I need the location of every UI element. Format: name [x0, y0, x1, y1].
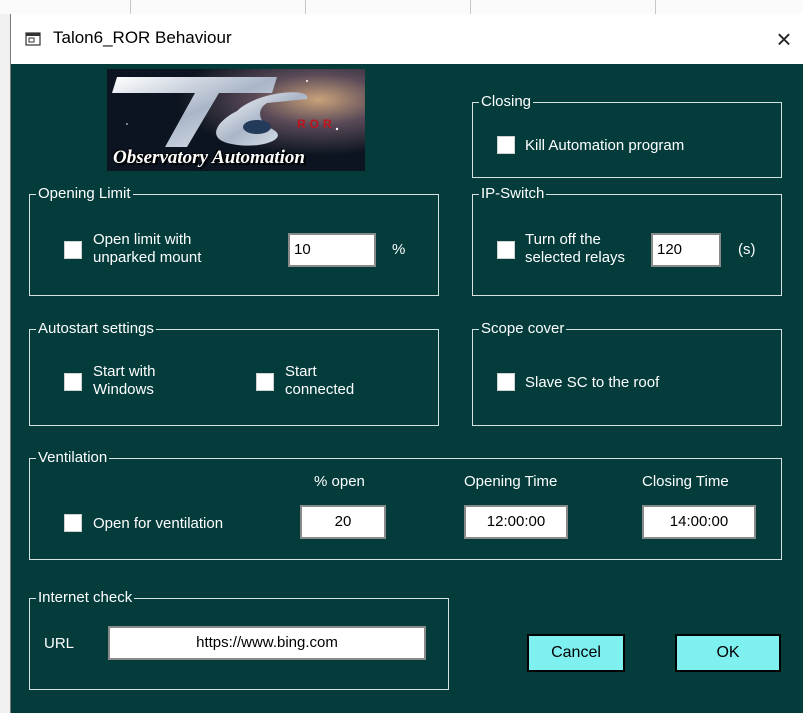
closing-legend: Closing — [479, 92, 534, 112]
window-title: Talon6_ROR Behaviour — [53, 28, 232, 47]
open-limit-percent-input[interactable]: 10 — [288, 233, 376, 267]
relay-seconds-input[interactable]: 120 — [651, 233, 721, 267]
dialog-body: ROR Observatory Automation Closing Kill … — [11, 64, 803, 713]
ventilation-percent-input[interactable]: 20 — [300, 505, 386, 539]
opening-limit-group: Opening Limit Open limit with unparked m… — [29, 184, 439, 296]
talon6-logo: ROR Observatory Automation — [107, 69, 365, 171]
turn-off-relays-label-line2: selected relays — [525, 249, 626, 266]
background-divider — [655, 0, 656, 14]
background-divider — [470, 0, 471, 14]
background-divider — [305, 0, 306, 14]
opening-time-header: Opening Time — [464, 473, 558, 490]
close-icon[interactable]: × — [766, 20, 802, 58]
percent-open-header: % open — [314, 473, 365, 490]
turn-off-relays-label-line1: Turn off the — [525, 231, 601, 248]
closing-group: Closing Kill Automation program — [472, 92, 782, 178]
kill-automation-checkbox[interactable] — [497, 136, 515, 154]
autostart-legend: Autostart settings — [36, 319, 156, 339]
autostart-group: Autostart settings Start with Windows St… — [29, 319, 439, 426]
logo-badge: ROR — [297, 117, 336, 131]
start-with-windows-label-line1: Start with — [93, 363, 156, 380]
ok-button[interactable]: OK — [675, 634, 781, 672]
title-bar[interactable]: Talon6_ROR Behaviour × — [11, 14, 803, 64]
background-window-strip — [0, 0, 803, 14]
opening-time-input[interactable]: 12:00:00 — [464, 505, 568, 539]
app-icon — [25, 32, 41, 46]
cancel-button[interactable]: Cancel — [527, 634, 625, 672]
start-connected-checkbox[interactable] — [256, 373, 274, 391]
scope-cover-legend: Scope cover — [479, 319, 567, 339]
relay-seconds-unit: (s) — [738, 241, 756, 258]
url-label: URL — [44, 635, 75, 652]
internet-check-group: Internet check URL https://www.bing.com — [29, 588, 449, 690]
start-with-windows-label-line2: Windows — [93, 381, 154, 398]
closing-time-header: Closing Time — [642, 473, 729, 490]
kill-automation-label: Kill Automation program — [525, 137, 685, 154]
opening-limit-legend: Opening Limit — [36, 184, 133, 204]
ip-switch-legend: IP-Switch — [479, 184, 547, 204]
background-divider — [130, 0, 131, 14]
ip-switch-group: IP-Switch Turn off the selected relays 1… — [472, 184, 782, 296]
ventilation-group: Ventilation % open Opening Time Closing … — [29, 448, 782, 560]
start-connected-label-line2: connected — [285, 381, 355, 398]
open-limit-checkbox[interactable] — [64, 241, 82, 259]
scope-cover-group: Scope cover Slave SC to the roof — [472, 319, 782, 426]
open-for-ventilation-label: Open for ventilation — [93, 515, 224, 532]
start-with-windows-checkbox[interactable] — [64, 373, 82, 391]
internet-check-legend: Internet check — [36, 588, 135, 608]
closing-time-input[interactable]: 14:00:00 — [642, 505, 756, 539]
ventilation-legend: Ventilation — [36, 448, 110, 468]
slave-sc-checkbox[interactable] — [497, 373, 515, 391]
open-limit-label-line2: unparked mount — [93, 249, 202, 266]
open-limit-label-line1: Open limit with — [93, 231, 192, 248]
open-for-ventilation-checkbox[interactable] — [64, 514, 82, 532]
start-connected-label-line1: Start — [285, 363, 317, 380]
url-input[interactable]: https://www.bing.com — [108, 626, 426, 660]
slave-sc-label: Slave SC to the roof — [525, 374, 660, 391]
dialog-window: Talon6_ROR Behaviour × ROR Observatory A… — [10, 14, 803, 713]
turn-off-relays-checkbox[interactable] — [497, 241, 515, 259]
open-limit-unit: % — [392, 241, 406, 258]
logo-caption: Observatory Automation — [113, 147, 305, 168]
